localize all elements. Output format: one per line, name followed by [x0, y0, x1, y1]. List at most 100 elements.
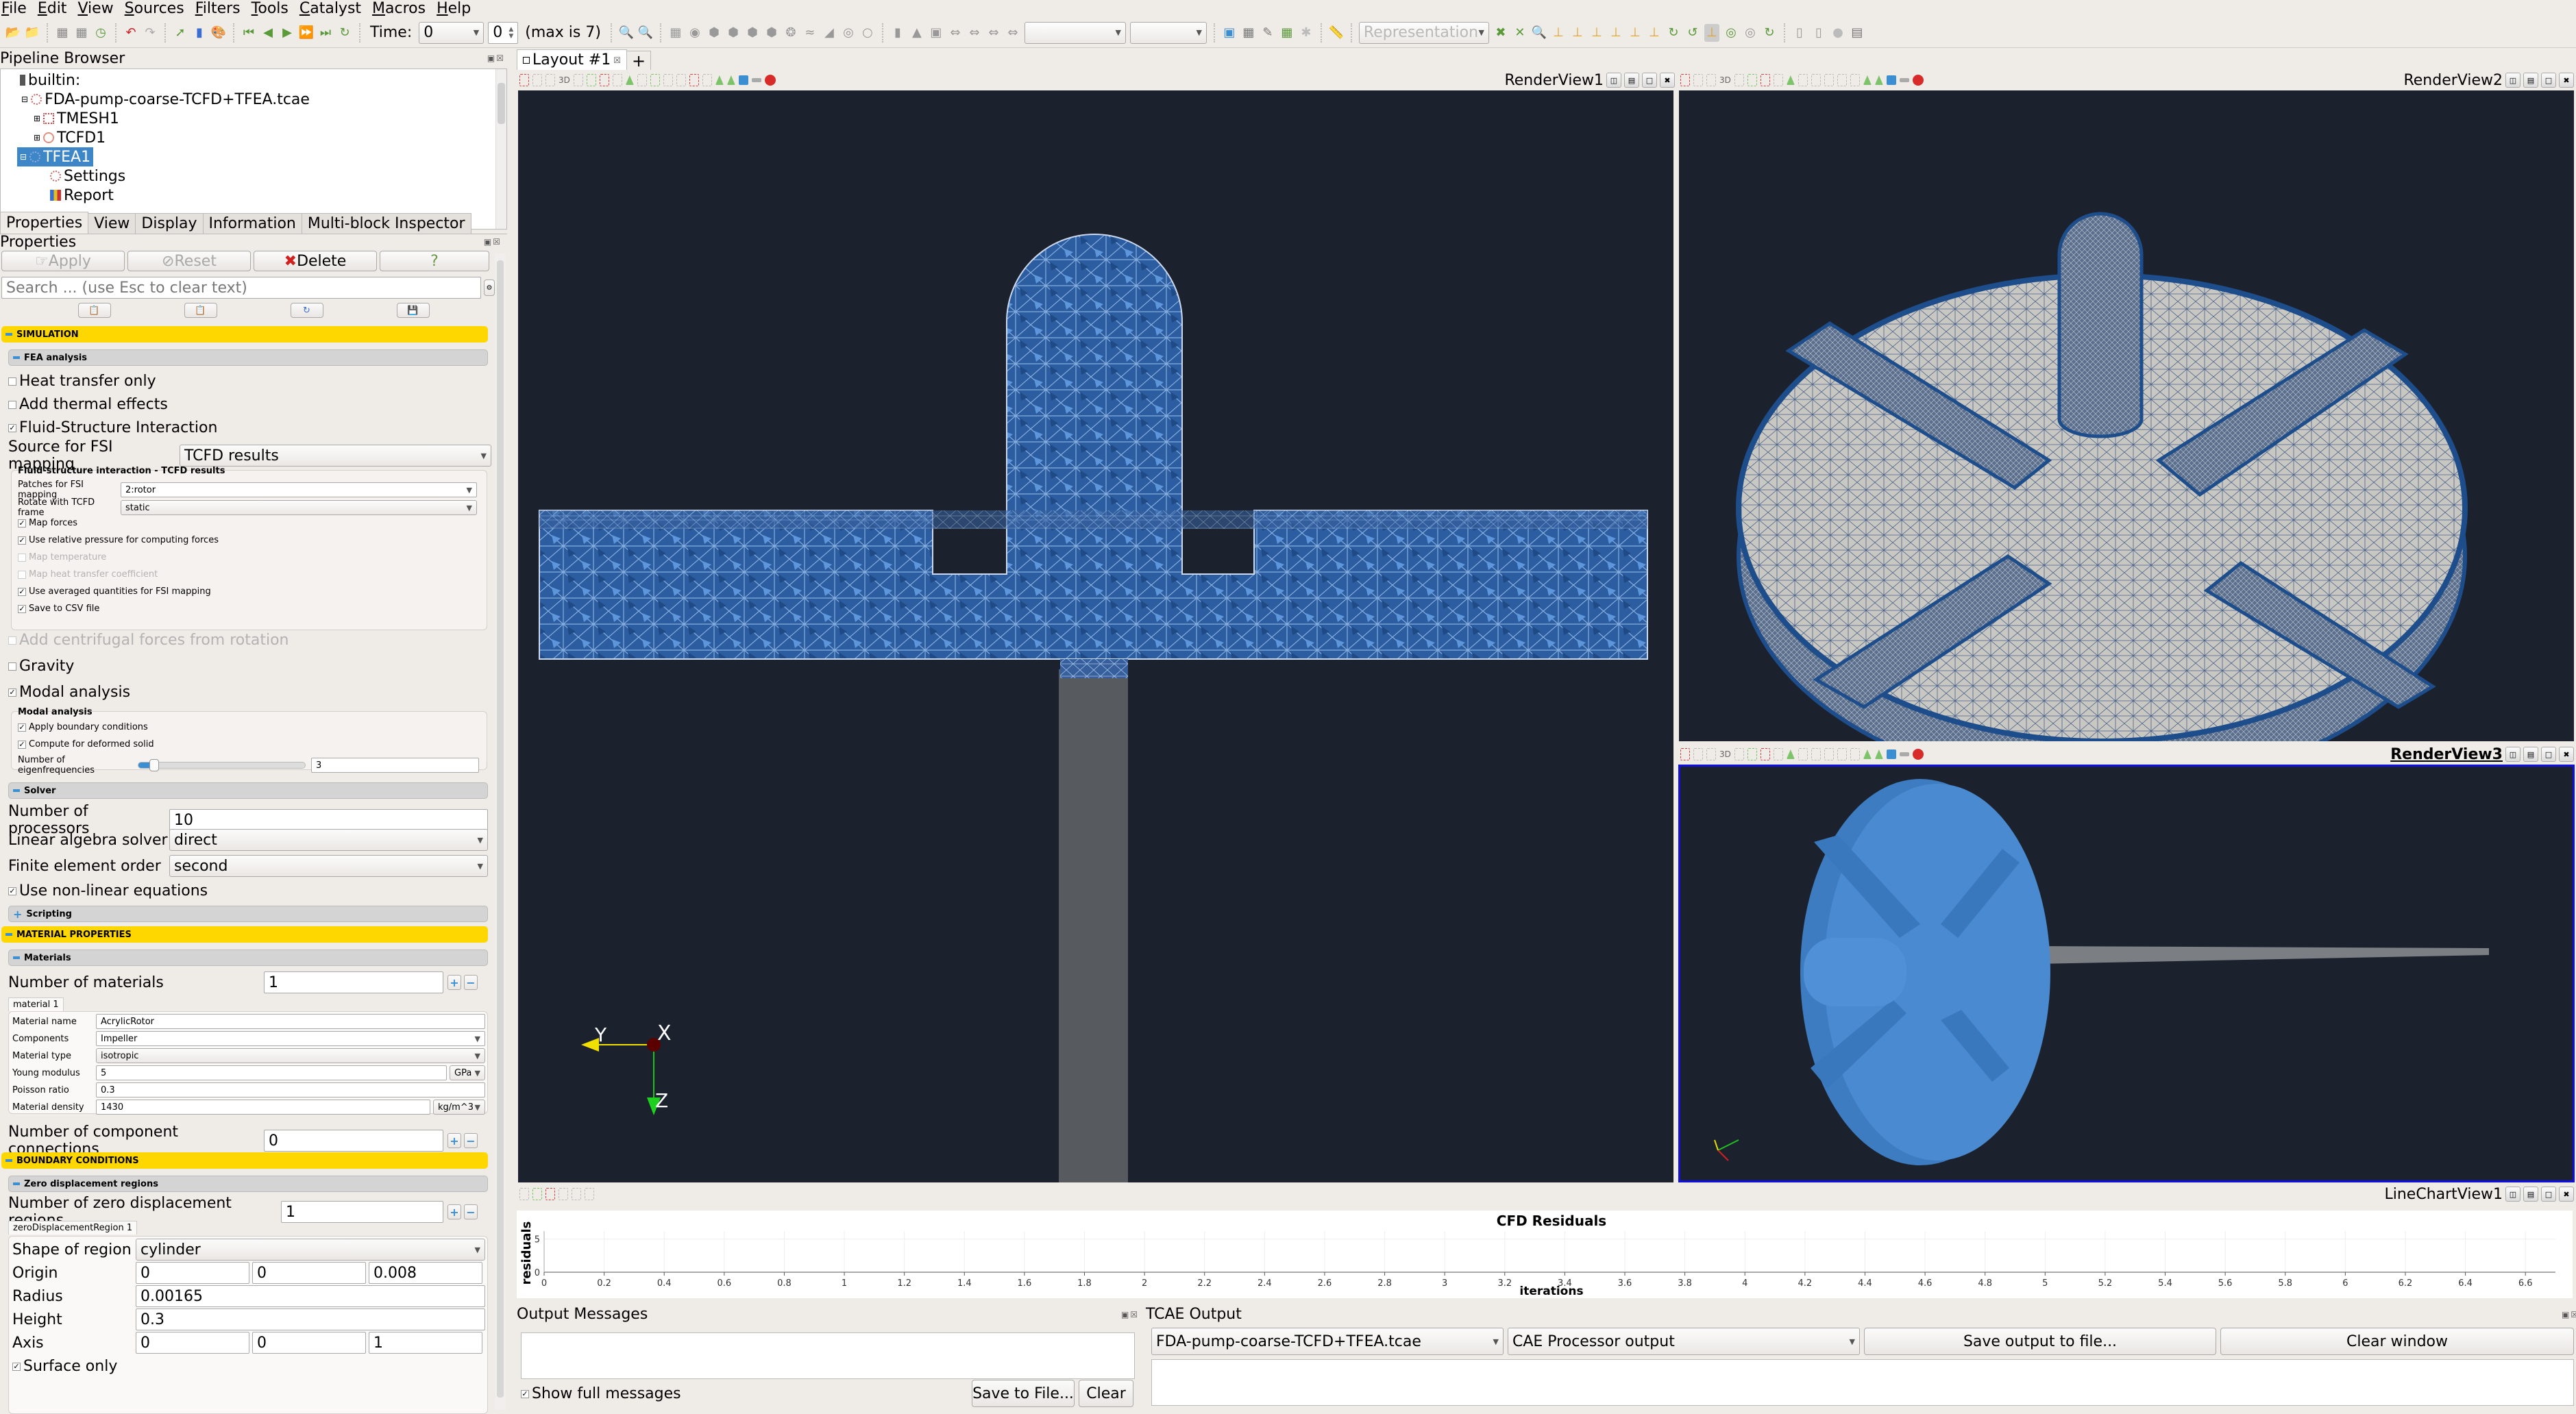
rescale-temporal-icon[interactable]: ✱	[1299, 24, 1314, 42]
toggle-3d-button[interactable]: 3D	[1719, 749, 1731, 759]
rescale-visible-icon[interactable]: ▦	[1279, 24, 1295, 42]
clip-filter-icon[interactable]: ⬢	[707, 24, 722, 42]
split-horizontal-button[interactable]: ◫	[2505, 73, 2520, 88]
view-plus-z-icon[interactable]: ⊥	[1628, 24, 1643, 42]
grow-selection-icon[interactable]	[676, 74, 686, 86]
split-horizontal-button[interactable]: ◫	[1606, 73, 1621, 88]
select-polygon-icon[interactable]	[1798, 748, 1808, 760]
tab-multiblock-inspector[interactable]: Multi-block Inspector	[301, 213, 471, 234]
add-layout-tab-button[interactable]: +	[626, 51, 651, 71]
processors-input[interactable]: 10	[169, 809, 488, 831]
origin-x-input[interactable]: 0	[136, 1262, 249, 1284]
menu-help[interactable]: Help	[435, 0, 471, 17]
tcae-source-combo[interactable]: CAE Processor output ▼	[1508, 1328, 1860, 1355]
palette-icon[interactable]: 🎨	[211, 24, 226, 42]
select-points-icon[interactable]	[532, 1188, 542, 1200]
grow-selection-icon[interactable]	[1837, 74, 1847, 86]
view-minus-x-icon[interactable]: ⊥	[1570, 24, 1585, 42]
checkbox-checked[interactable]: ✓	[18, 604, 26, 613]
open-file-icon[interactable]: 📂	[5, 24, 21, 42]
checkbox-checked[interactable]: ✓	[8, 688, 16, 697]
height-input[interactable]: 0.3	[136, 1308, 485, 1330]
map-temperature-checkbox[interactable]: Map temperature	[0, 552, 507, 562]
split-vertical-button[interactable]: ▤	[2523, 1187, 2538, 1202]
renderview3-canvas[interactable]	[1678, 765, 2575, 1182]
add-zero-disp-button[interactable]: +	[447, 1204, 461, 1219]
interactive-select-icon[interactable]	[625, 75, 634, 85]
capture-screenshot-icon[interactable]	[1706, 748, 1716, 760]
component-combo[interactable]: ▼	[1129, 21, 1207, 44]
variable-combo[interactable]: ▼	[1024, 21, 1126, 44]
checkbox-checked[interactable]: ✓	[18, 519, 26, 528]
checkbox-checked[interactable]: ✓	[8, 886, 16, 895]
select-polygon-icon[interactable]	[1798, 74, 1808, 86]
toggle-axes-grid-icon[interactable]	[1863, 75, 1872, 85]
remove-connection-button[interactable]: −	[464, 1133, 478, 1148]
deformed-solid-checkbox[interactable]: ✓ Compute for deformed solid	[0, 739, 507, 749]
menu-filters[interactable]: Filters	[194, 0, 241, 17]
add-connection-button[interactable]: +	[447, 1133, 461, 1148]
tree-item-tfea1[interactable]: ⊟ TFEA1	[17, 147, 94, 166]
edit-opacity-icon[interactable]: ▯	[1811, 24, 1826, 42]
slice-filter-icon[interactable]: ⬢	[726, 24, 741, 42]
pick-center-icon[interactable]: ↻	[1762, 24, 1777, 42]
camera-link-icon[interactable]: ➚	[173, 24, 188, 42]
loop-icon[interactable]: ↻	[337, 24, 352, 42]
search-input[interactable]: Search ... (use Esc to clear text)	[1, 277, 481, 299]
reset-center-icon[interactable]: ◎	[1743, 24, 1758, 42]
warp-vector-icon[interactable]: ◢	[822, 24, 837, 42]
checkbox-checked[interactable]: ✓	[18, 740, 26, 749]
toggle-annotation-icon[interactable]	[1874, 75, 1883, 85]
tcae-file-combo[interactable]: FDA-pump-coarse-TCFD+TFEA.tcae ▼	[1151, 1328, 1504, 1355]
show-center-icon[interactable]: ◎	[1724, 24, 1739, 42]
connect-icon[interactable]: ▦	[55, 24, 70, 42]
map-forces-checkbox[interactable]: ✓ Map forces	[0, 518, 507, 528]
reset-button[interactable]: ⊘ Reset	[127, 251, 251, 271]
toggle-annotation-icon[interactable]	[726, 75, 735, 85]
toggle-annotation-icon[interactable]	[1874, 749, 1883, 759]
reset-camera-closest-icon[interactable]: ✕	[1512, 24, 1528, 42]
patches-combo[interactable]: 2:rotor ▼	[121, 482, 477, 497]
toggle-color-legend-icon[interactable]: ▣	[1222, 24, 1237, 42]
extract-level-icon[interactable]: ○	[860, 24, 875, 42]
toggle-axes-grid-icon[interactable]	[715, 75, 724, 85]
fsi-source-combo[interactable]: TCFD results ▼	[180, 445, 491, 467]
maximize-button[interactable]: □	[2541, 747, 2556, 762]
close-view-button[interactable]: ✖	[1660, 73, 1675, 88]
clear-selection-icon[interactable]	[572, 1188, 581, 1200]
apply-button[interactable]: ☞ Apply	[1, 251, 125, 271]
rescale-custom-icon[interactable]: ✎	[1260, 24, 1275, 42]
edit-color-map-icon[interactable]: ▯	[1792, 24, 1807, 42]
split-vertical-button[interactable]: ▤	[2523, 747, 2538, 762]
representation-combo[interactable]: Representation ▼	[1358, 21, 1489, 44]
add-ruler-icon[interactable]	[738, 75, 748, 85]
grow-selection-icon[interactable]	[1837, 748, 1847, 760]
hover-cells-icon[interactable]	[1824, 748, 1834, 760]
hover-points-icon[interactable]	[650, 74, 660, 86]
checkbox-checked[interactable]: ✓	[8, 423, 16, 432]
capture-screenshot-icon[interactable]	[1706, 74, 1716, 86]
hover-cells-icon[interactable]	[663, 74, 673, 86]
calculator-filter-icon[interactable]: ▦	[668, 24, 683, 42]
young-unit-combo[interactable]: GPa ▼	[450, 1065, 485, 1080]
axis-z-input[interactable]: 1	[369, 1332, 482, 1354]
select-polygon-icon[interactable]	[637, 74, 647, 86]
hover-points-icon[interactable]	[1811, 748, 1821, 760]
select-points-icon[interactable]	[1760, 74, 1770, 86]
save-data-icon[interactable]: 📁	[25, 24, 40, 42]
properties-scrollbar[interactable]	[495, 253, 506, 1410]
color-map-editor-icon[interactable]: ▮	[192, 24, 207, 42]
radius-input[interactable]: 0.00165	[136, 1285, 485, 1307]
camera-undo-icon[interactable]	[532, 74, 542, 86]
clear-messages-button[interactable]: Clear	[1079, 1380, 1133, 1407]
split-horizontal-button[interactable]: ◫	[2505, 1187, 2520, 1202]
split-vertical-button[interactable]: ▤	[2523, 73, 2538, 88]
group-datasets-icon[interactable]: ◎	[841, 24, 856, 42]
paste-icon[interactable]: 📋	[184, 303, 217, 318]
tcfd-icon[interactable]: ▲	[909, 24, 924, 42]
hover-cells-icon[interactable]	[1824, 74, 1834, 86]
select-cells-icon[interactable]	[1747, 748, 1757, 760]
undo-icon[interactable]: ↶	[123, 24, 138, 42]
view-plus-y-icon[interactable]: ⊥	[1589, 24, 1604, 42]
maximize-button[interactable]: □	[1642, 73, 1657, 88]
